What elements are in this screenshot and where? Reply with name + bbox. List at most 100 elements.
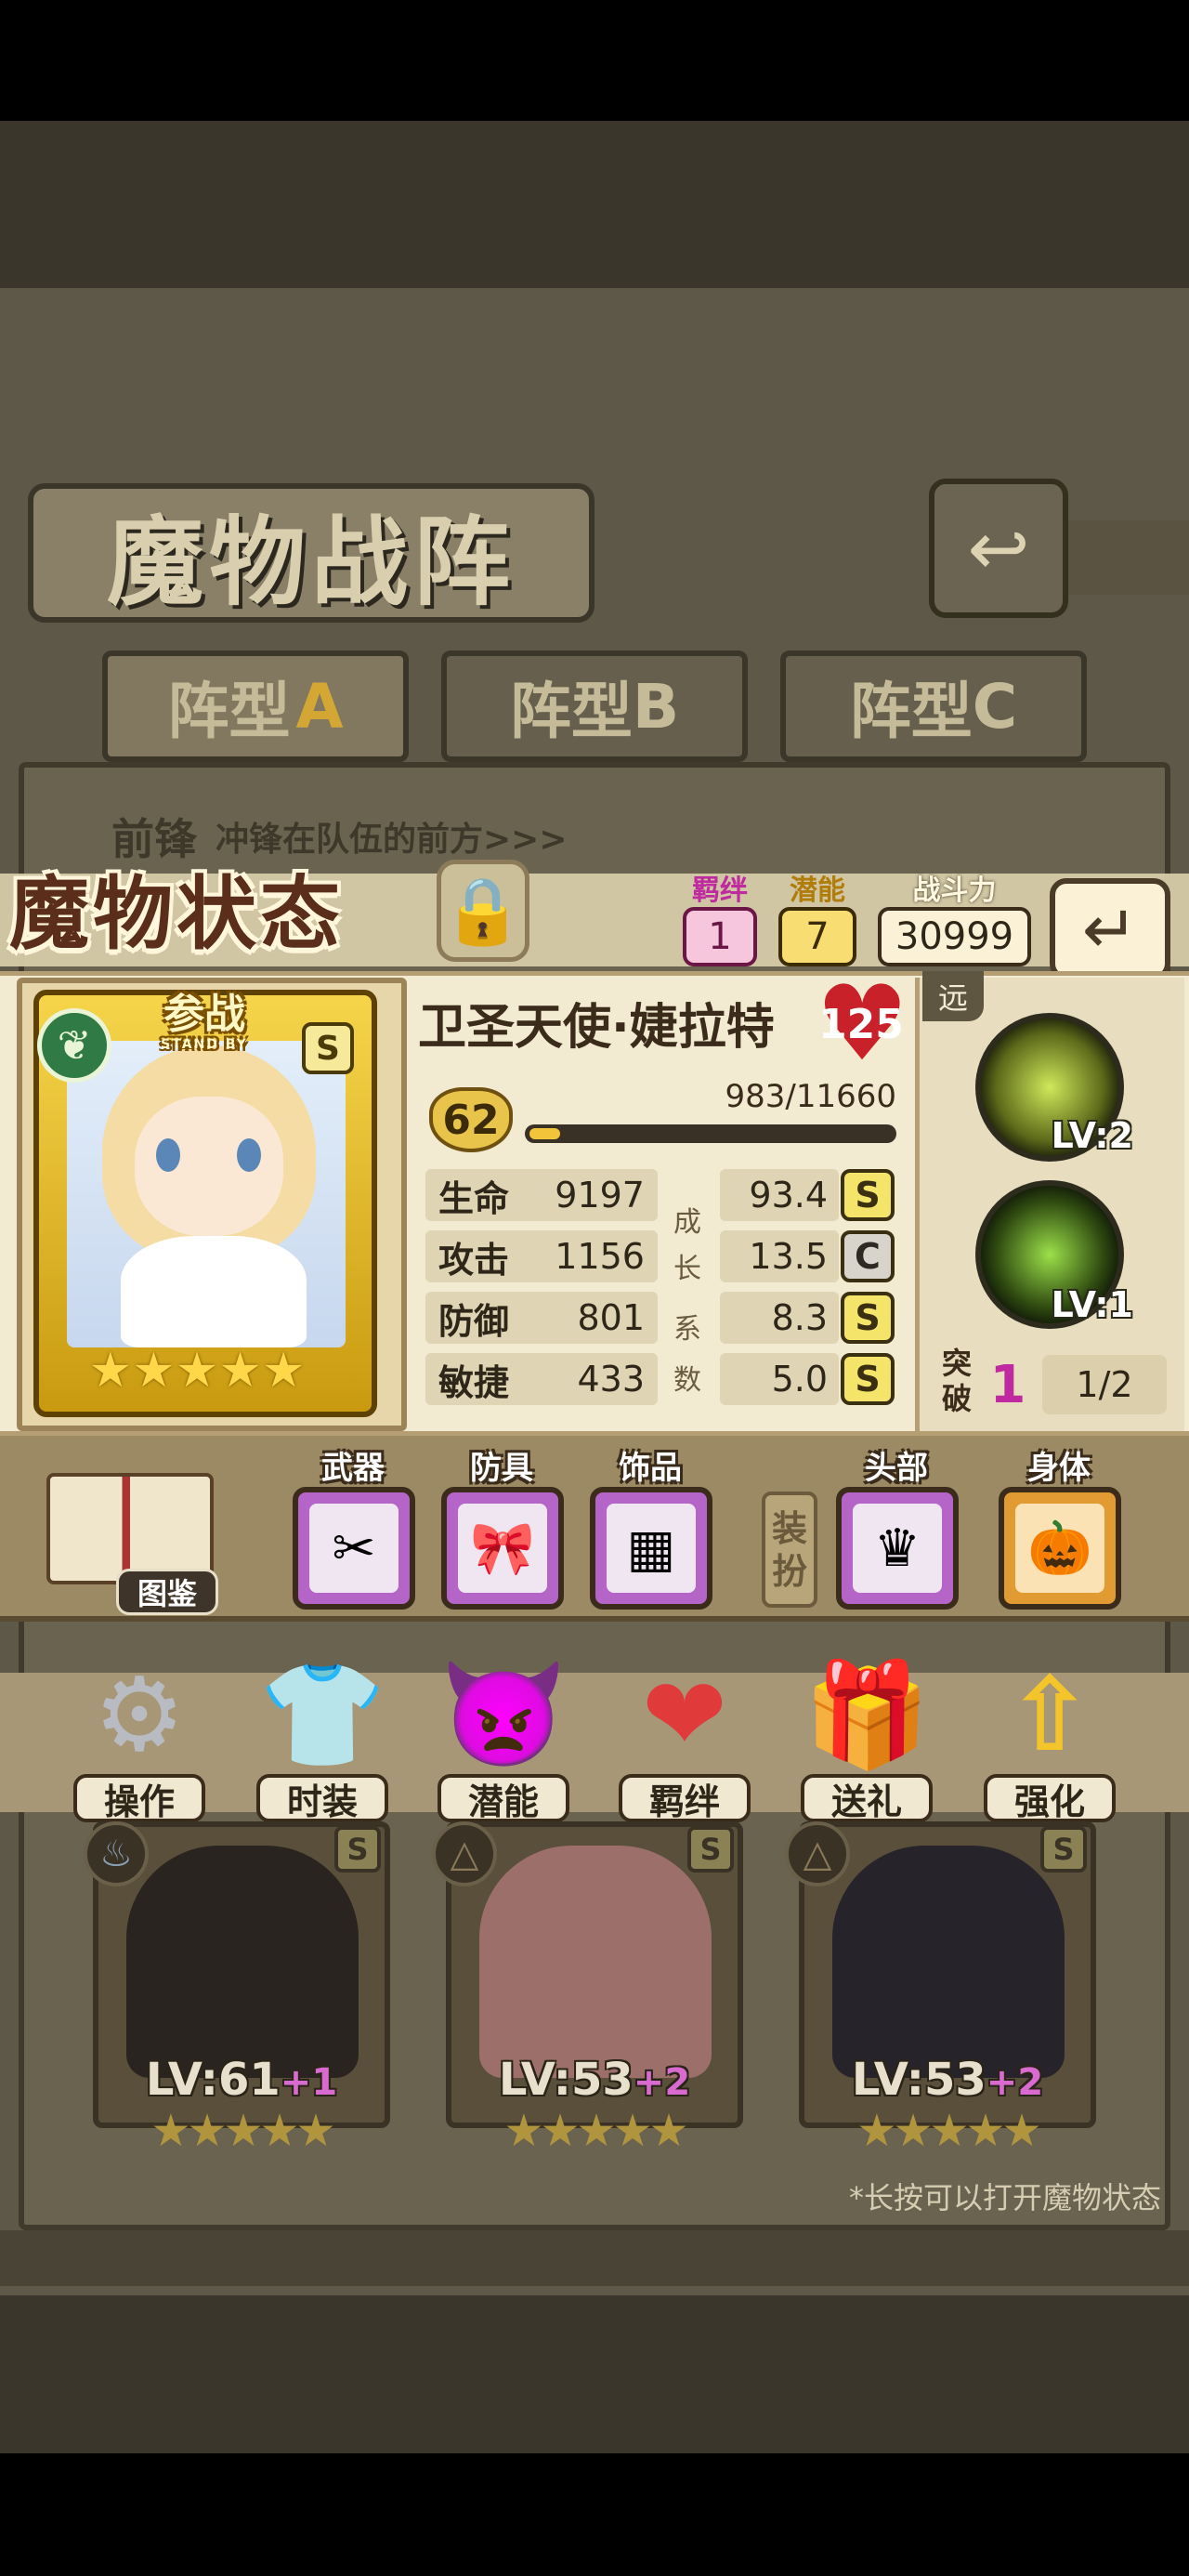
attack-range-tag: 远	[922, 971, 984, 1021]
close-status-button[interactable]: ↵	[1050, 878, 1170, 980]
accessory-icon: ▦	[607, 1504, 696, 1593]
slot-label-armor: 防具	[470, 1450, 533, 1487]
power-box: 战斗力 30999	[878, 874, 1031, 966]
grade-badge: S	[841, 1169, 895, 1221]
team-stars: ★★★★★	[856, 2105, 1041, 2157]
affection-value: 125	[818, 1000, 904, 1048]
gift-icon: 🎁	[803, 1654, 931, 1774]
shirt-icon: 👕	[258, 1654, 386, 1774]
stat-name: 生命	[438, 1177, 510, 1219]
standby-cn: 参战	[163, 991, 245, 1038]
action-label: 强化	[984, 1774, 1116, 1822]
water-type-icon: ♨	[84, 1821, 149, 1886]
character-eye	[237, 1138, 261, 1172]
team-portrait	[479, 1846, 712, 2078]
lock-icon[interactable]: 🔒	[437, 860, 529, 962]
action-potential-button[interactable]: 👿 潜能	[434, 1649, 573, 1835]
bond-box: 羁绊 1	[683, 874, 757, 966]
grade-badge: C	[841, 1230, 895, 1282]
team-portrait	[126, 1846, 359, 2078]
tab-formation-a[interactable]: 阵型 A	[102, 651, 409, 762]
back-button[interactable]: ↩	[929, 479, 1068, 618]
codex-book-icon[interactable]	[46, 1473, 214, 1584]
exp-bar-fill	[529, 1128, 560, 1139]
tab-label: 阵型	[167, 676, 291, 747]
long-press-hint: *长按可以打开魔物状态	[848, 2180, 1161, 2215]
team-level-plus: +1	[280, 2061, 338, 2104]
dress-label-top: 装	[771, 1507, 807, 1549]
leaf-icon: ❦	[37, 1008, 111, 1083]
character-stars: ★★★★★	[88, 1343, 306, 1399]
action-label: 潜能	[438, 1774, 569, 1822]
crown-icon: ♛	[853, 1504, 942, 1593]
growth-def: 8.3	[720, 1292, 839, 1344]
character-eye	[156, 1138, 180, 1172]
body-slot[interactable]: 🎃	[999, 1487, 1121, 1610]
potential-box: 潜能 7	[778, 874, 856, 966]
slot-label-weapon: 武器	[321, 1450, 385, 1487]
affection-heart: ♥ 125	[816, 972, 908, 1076]
status-title: 魔物状态	[9, 867, 344, 961]
dress-up-divider: 装扮	[762, 1492, 817, 1608]
skill-1-level: LV:2	[1051, 1115, 1133, 1156]
team-grade: S	[334, 1826, 381, 1873]
power-label: 战斗力	[912, 874, 997, 907]
tab-formation-c[interactable]: 阵型 C	[780, 651, 1087, 762]
team-level: LV:53+2	[446, 2054, 743, 2106]
formation-title: 魔物战阵	[28, 483, 594, 623]
grade-badge: S	[841, 1292, 895, 1344]
tab-letter: C	[972, 670, 1018, 743]
slot-label-accessory: 饰品	[619, 1450, 682, 1487]
action-costume-button[interactable]: 👕 时装	[253, 1649, 392, 1835]
exp-bar	[525, 1124, 896, 1143]
team-portrait	[832, 1846, 1065, 2078]
growth-atk: 13.5	[720, 1230, 839, 1282]
armor-icon: 🎀	[458, 1504, 547, 1593]
tab-letter: B	[632, 670, 680, 743]
action-gift-button[interactable]: 🎁 送礼	[797, 1649, 936, 1835]
stat-value: 433	[577, 1359, 645, 1400]
team-level-value: LV:53	[498, 2054, 634, 2106]
armor-slot[interactable]: 🎀	[441, 1487, 564, 1610]
grade-badge: S	[841, 1353, 895, 1405]
rank-badge: S	[302, 1022, 354, 1074]
tab-formation-b[interactable]: 阵型 B	[441, 651, 748, 762]
growth-label-char: 长	[673, 1253, 701, 1285]
action-label: 时装	[256, 1774, 388, 1822]
up-arrow-icon: ⇧	[1006, 1655, 1093, 1774]
weapon-slot[interactable]: ✂	[293, 1487, 415, 1610]
bond-value: 1	[683, 907, 757, 966]
team-level: LV:53+2	[799, 2054, 1096, 2106]
head-slot[interactable]: ♛	[836, 1487, 959, 1610]
accessory-slot[interactable]: ▦	[590, 1487, 712, 1610]
action-bond-button[interactable]: ❤ 羁绊	[615, 1649, 754, 1835]
bottom-black-area	[0, 2453, 1189, 2576]
stat-name: 防御	[438, 1300, 510, 1342]
team-grade: S	[1040, 1826, 1087, 1873]
demon-icon: 👿	[439, 1654, 568, 1774]
tab-label: 阵型	[509, 676, 633, 747]
tab-letter: A	[295, 670, 344, 743]
character-name: 卫圣天使·婕拉特	[418, 999, 775, 1056]
stat-value: 801	[577, 1297, 645, 1338]
action-operate-button[interactable]: ⚙ 操作	[70, 1649, 209, 1835]
breakthrough-count: 1	[989, 1354, 1026, 1415]
return-arrow-icon: ↵	[1081, 890, 1139, 968]
stat-name: 攻击	[438, 1239, 510, 1281]
stat-row-atk: 攻击 1156	[425, 1230, 658, 1282]
team-level-value: LV:53	[851, 2054, 986, 2106]
level-badge: 62	[429, 1087, 513, 1152]
breakthrough-label-bottom: 破	[941, 1381, 972, 1416]
standby-en: STAND BY	[161, 1037, 248, 1052]
action-enhance-button[interactable]: ⇧ 强化	[980, 1649, 1119, 1835]
character-face	[135, 1097, 283, 1236]
team-level-plus: +2	[986, 2061, 1044, 2104]
bond-label: 羁绊	[692, 874, 748, 907]
growth-hp: 93.4	[720, 1169, 839, 1221]
stat-row-hp: 生命 9197	[425, 1169, 658, 1221]
team-stars: ★★★★★	[150, 2105, 335, 2157]
type-icon: △	[432, 1821, 497, 1886]
growth-agi: 5.0	[720, 1353, 839, 1405]
codex-button[interactable]: 图鉴	[116, 1569, 218, 1615]
team-level-plus: +2	[633, 2061, 691, 2104]
